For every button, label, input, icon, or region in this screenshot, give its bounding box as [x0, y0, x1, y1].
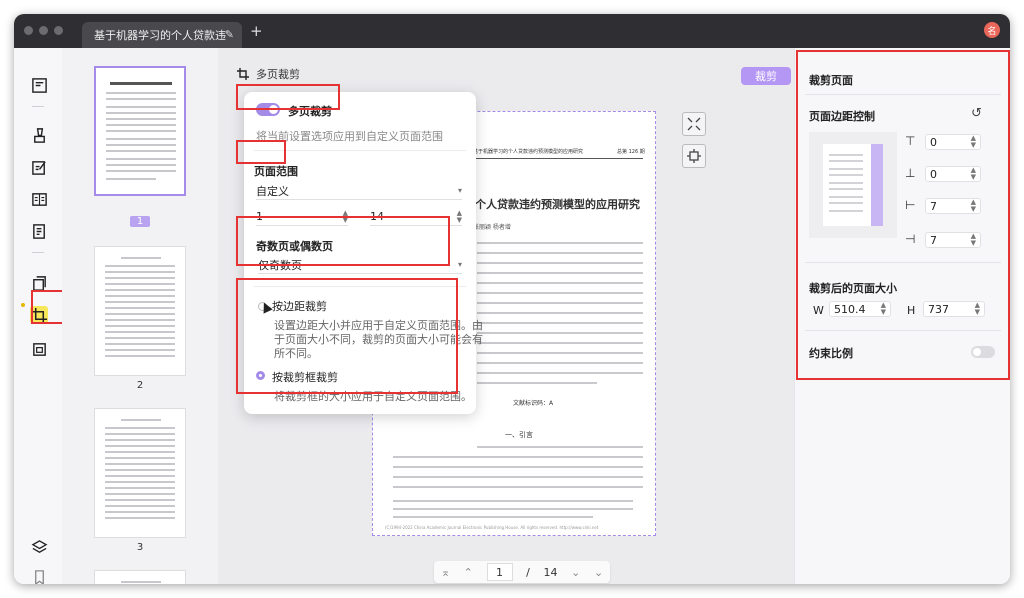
total-pages: 14: [543, 565, 558, 579]
page-thumbnail[interactable]: [94, 66, 186, 196]
thumbnail-label: 1: [130, 216, 150, 227]
title-bar: 基于机器学习的个人贷款违 ✎ + 名: [14, 14, 1010, 48]
next-page-icon[interactable]: ⌄: [571, 566, 580, 579]
minimize-window-button[interactable]: [39, 26, 48, 35]
chevron-down-icon: ▾: [457, 260, 462, 269]
close-window-button[interactable]: [24, 26, 33, 35]
sidebar-divider: [32, 106, 44, 107]
reader-icon[interactable]: [30, 76, 48, 94]
crop-button[interactable]: 裁剪: [741, 67, 791, 85]
crop-mode-icon: [237, 68, 249, 80]
crop-box-icon: [687, 149, 701, 163]
page-range-highlight: [236, 140, 286, 164]
page-separator: /: [526, 565, 530, 579]
first-page-icon[interactable]: ⌅: [441, 566, 450, 579]
page-navigator: ⌅ ⌃ 1 / 14 ⌄ ⌄: [434, 561, 610, 583]
document-tab[interactable]: 基于机器学习的个人贷款违 ✎: [82, 22, 242, 48]
page-range-select[interactable]: 自定义 ▾: [256, 182, 462, 200]
protect-icon[interactable]: [30, 340, 48, 358]
page-number-input[interactable]: 1: [486, 563, 513, 581]
zoom-window-button[interactable]: [54, 26, 63, 35]
page-header-left: 基于机器学习的个人贷款违约预测模型的应用研究: [473, 149, 584, 155]
thumbnail-label: 3: [136, 542, 144, 553]
stepper-icon[interactable]: ▲ ▼: [457, 209, 462, 224]
right-panel-highlight: [796, 50, 1010, 380]
page-thumbnail[interactable]: [94, 570, 186, 584]
page-thumbnail[interactable]: [94, 408, 186, 538]
layers-icon[interactable]: [30, 538, 48, 556]
paper-title: 个人贷款违约预测模型的应用研究: [475, 198, 640, 211]
page-header-right: 总第 126 期: [617, 149, 645, 155]
window-controls: [24, 26, 63, 35]
crop-method-highlight: [236, 278, 458, 394]
page-range-value: 自定义: [256, 184, 289, 198]
sign-icon[interactable]: [30, 222, 48, 240]
previous-page-icon[interactable]: ⌃: [464, 566, 473, 579]
page-footer: (C)1994-2022 China Academic Journal Elec…: [385, 525, 599, 530]
bookmark-icon[interactable]: [30, 568, 48, 584]
document-tab-title: 基于机器学习的个人贷款违: [94, 29, 226, 42]
multi-crop-highlight: [236, 84, 340, 110]
crop-mode-label[interactable]: 多页裁剪: [236, 66, 300, 82]
edit-text-icon[interactable]: [30, 158, 48, 176]
new-tab-button[interactable]: +: [250, 22, 263, 40]
auto-crop-button[interactable]: [682, 144, 706, 168]
chevron-down-icon: ▾: [457, 186, 462, 195]
highlighter-icon[interactable]: [30, 126, 48, 144]
document-code: 文献标识码：A: [513, 400, 554, 407]
avatar[interactable]: 名: [984, 22, 1000, 38]
odd-even-highlight: [236, 216, 450, 266]
sidebar-divider: [32, 252, 44, 253]
form-icon[interactable]: [30, 190, 48, 208]
last-page-icon[interactable]: ⌄: [594, 566, 603, 579]
app-window: 基于机器学习的个人贷款违 ✎ + 名 1 2 3 多页裁剪 裁剪 基于机器学习的…: [14, 14, 1010, 584]
section-heading: 一、引言: [505, 431, 533, 439]
active-tool-dot: [21, 303, 25, 307]
thumbnail-panel: 1 2 3: [62, 48, 218, 584]
paper-authors: 张丽颖 杨者增: [473, 224, 511, 231]
page-range-label: 页面范围: [254, 165, 298, 178]
page-thumbnail[interactable]: [94, 246, 186, 376]
crop-mode-text: 多页裁剪: [256, 68, 300, 81]
pencil-icon[interactable]: ✎: [225, 28, 234, 41]
fit-page-button[interactable]: [682, 112, 706, 136]
thumbnail-label: 2: [136, 380, 144, 391]
expand-icon: [687, 117, 701, 131]
